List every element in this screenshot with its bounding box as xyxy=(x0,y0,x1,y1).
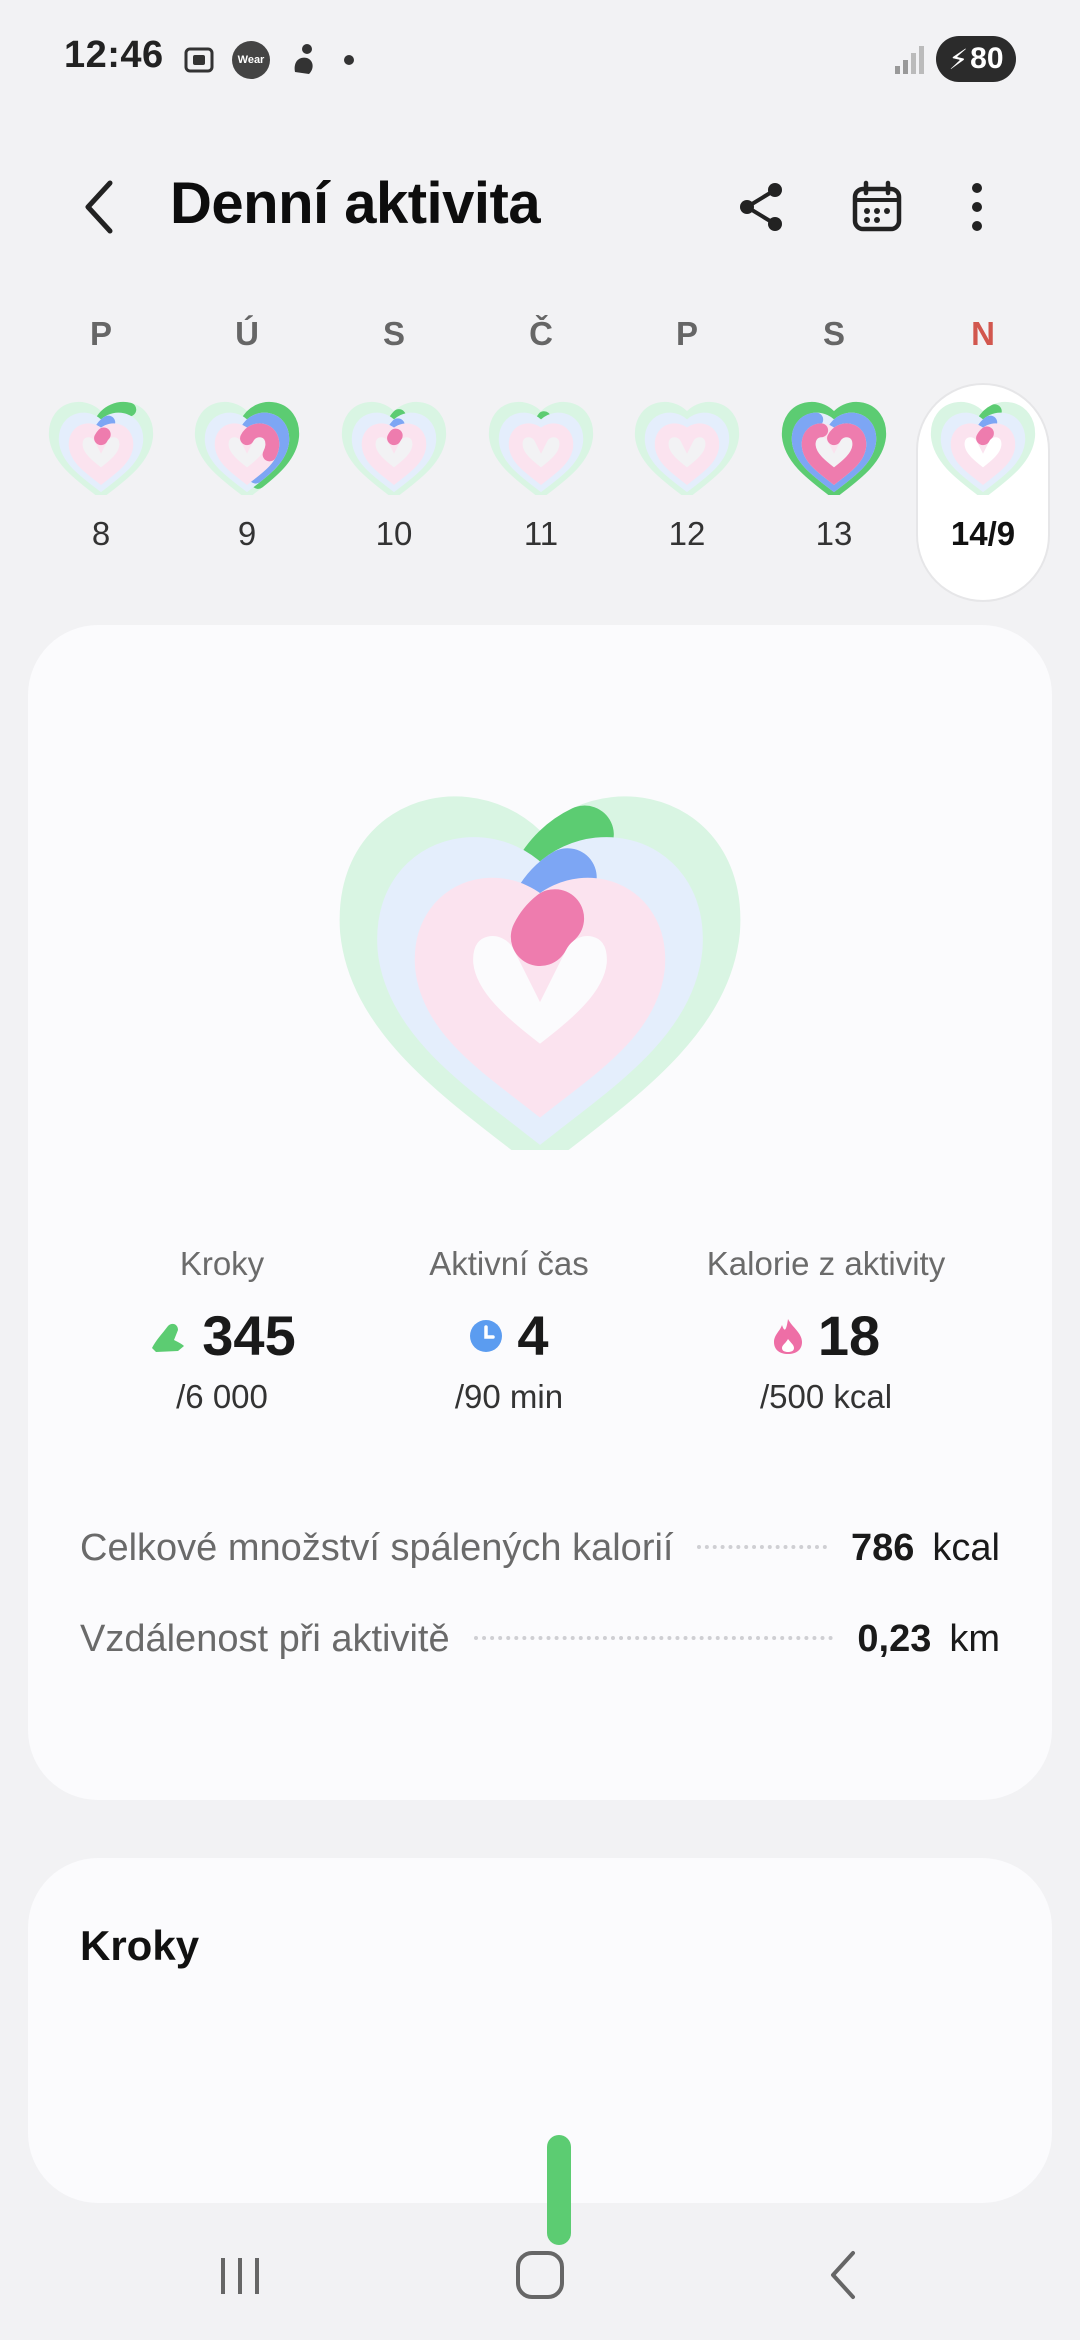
calendar-icon xyxy=(852,180,902,232)
steps-card-title: Kroky xyxy=(80,1922,200,1969)
dotted-leader xyxy=(697,1544,828,1549)
steps-shoe-icon xyxy=(152,1323,185,1352)
day-letter: S xyxy=(382,315,405,352)
calendar-button[interactable] xyxy=(842,172,912,242)
more-icon xyxy=(972,183,982,231)
day-heart-rings xyxy=(486,395,596,500)
clock-icon xyxy=(470,1319,503,1352)
day-heart-rings xyxy=(779,395,889,500)
day-number: 10 xyxy=(375,515,413,552)
day-heart-rings xyxy=(339,395,449,500)
day-number: 14/9 xyxy=(950,515,1016,552)
detail-value: 0,23 xyxy=(857,1618,932,1660)
stat-active-time[interactable]: Aktivní čas 4 /90 min xyxy=(349,1245,669,1416)
activity-heart-rings xyxy=(330,775,750,1173)
day-number: 12 xyxy=(668,515,706,552)
more-button[interactable] xyxy=(942,172,1012,242)
day-number: 8 xyxy=(91,515,111,552)
day-letter: P xyxy=(675,315,698,352)
day-letter: S xyxy=(822,315,845,352)
detail-label: Celkové množství spálených kalorií xyxy=(80,1527,674,1569)
home-icon xyxy=(516,2251,564,2299)
battery-level: 80 xyxy=(970,42,1004,75)
day-letter: P xyxy=(89,315,112,352)
stat-goal: /6 000 xyxy=(176,1378,268,1415)
calories-ring-track xyxy=(654,423,720,485)
calories-ring-track xyxy=(508,423,574,485)
page-title: Denní aktivita xyxy=(170,171,541,236)
stat-label: Kroky xyxy=(179,1245,265,1282)
wear-app-icon: Wear xyxy=(232,41,270,79)
recent-apps-button[interactable] xyxy=(190,2240,290,2310)
flame-icon xyxy=(773,1318,802,1354)
stat-steps[interactable]: Kroky 345 /6 000 xyxy=(62,1245,382,1416)
day-number: 13 xyxy=(815,515,853,552)
back-icon xyxy=(85,180,113,234)
day-letter: N xyxy=(971,315,995,352)
steps-card[interactable] xyxy=(28,1858,1052,2203)
back-button[interactable] xyxy=(70,172,130,242)
day-8[interactable]: P8 xyxy=(36,315,166,553)
dotted-leader xyxy=(473,1635,834,1640)
steps-chart-bar xyxy=(547,2135,571,2245)
screenshot-icon xyxy=(180,41,218,79)
stat-value: 18 xyxy=(817,1304,881,1367)
detail-value: 786 xyxy=(851,1527,915,1569)
day-10[interactable]: S 10 xyxy=(329,315,459,553)
battery-charging-icon: ⚡ 80 xyxy=(936,36,1016,82)
day-14/9[interactable]: N 14/9 xyxy=(918,315,1048,553)
day-12[interactable]: P 12 xyxy=(622,315,752,553)
day-heart-rings xyxy=(192,395,302,500)
day-letter: Č xyxy=(529,315,553,352)
stat-label: Aktivní čas xyxy=(429,1245,589,1282)
stat-value: 345 xyxy=(202,1304,296,1367)
detail-unit: kcal xyxy=(932,1527,1000,1569)
day-number: 11 xyxy=(523,515,559,552)
notification-dot-icon xyxy=(344,55,354,65)
nav-back-button[interactable] xyxy=(793,2240,893,2310)
share-button[interactable] xyxy=(727,172,797,242)
day-9[interactable]: Ú9 xyxy=(182,315,312,553)
recent-apps-icon xyxy=(221,2258,259,2294)
day-heart-rings xyxy=(46,395,156,500)
stat-label: Kalorie z aktivity xyxy=(706,1245,946,1282)
status-time: 12:46 xyxy=(64,34,164,76)
day-heart-rings xyxy=(928,395,1038,500)
detail-label: Vzdálenost při aktivitě xyxy=(80,1618,450,1660)
day-heart-rings xyxy=(632,395,742,500)
stat-goal: /90 min xyxy=(454,1378,564,1415)
stat-goal: /500 kcal xyxy=(759,1378,893,1415)
day-number: 9 xyxy=(237,515,257,552)
home-button[interactable] xyxy=(490,2240,590,2310)
nav-back-icon xyxy=(831,2251,855,2299)
total-calories-row: Celkové množství spálených kalorií 786 k… xyxy=(80,1527,1000,1570)
day-letter: Ú xyxy=(235,315,259,352)
signal-icon xyxy=(893,42,927,81)
distance-row: Vzdálenost při aktivitě 0,23 km xyxy=(80,1618,1000,1661)
day-11[interactable]: Č 11 xyxy=(476,315,606,553)
share-icon xyxy=(740,183,782,231)
stat-calories[interactable]: Kalorie z aktivity 18 /500 kcal xyxy=(666,1245,986,1416)
status-icons: Wear xyxy=(180,38,354,82)
detail-unit: km xyxy=(949,1618,1000,1660)
fitness-icon xyxy=(284,41,322,79)
stat-value: 4 xyxy=(517,1304,549,1367)
day-13[interactable]: S 13 xyxy=(769,315,899,553)
